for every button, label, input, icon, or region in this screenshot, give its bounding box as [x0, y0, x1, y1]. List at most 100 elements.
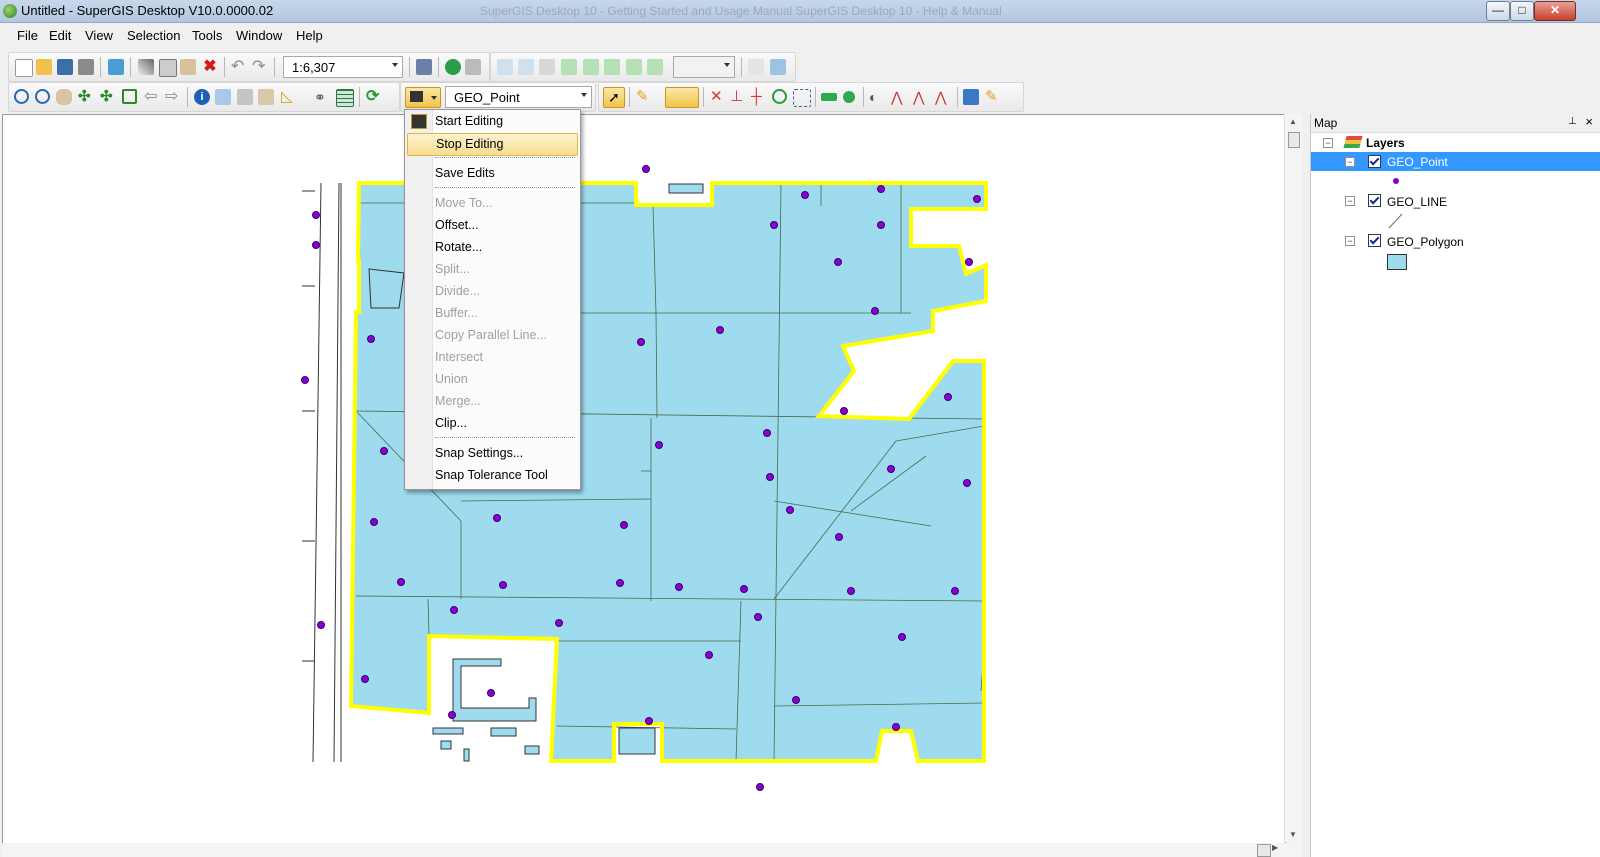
refresh-icon[interactable]: ⟳ — [366, 89, 382, 105]
whats-this-icon[interactable] — [465, 59, 481, 75]
editor-menu-button[interactable] — [405, 87, 441, 108]
zoom-extent-icon[interactable]: ✣ — [100, 89, 116, 105]
menu-tools[interactable]: Tools — [192, 28, 222, 43]
attributes-icon[interactable] — [963, 89, 979, 105]
cut-icon[interactable] — [138, 59, 154, 75]
full-extent-icon[interactable]: ✣ — [78, 89, 94, 105]
collapse-icon[interactable]: − — [1345, 236, 1355, 246]
redo-icon[interactable]: ↷ — [252, 59, 268, 75]
layer-visibility-checkbox[interactable] — [1368, 194, 1381, 207]
python-icon[interactable] — [416, 59, 432, 75]
cut-polygon-icon[interactable]: ✕ — [710, 89, 726, 105]
scroll-thumb[interactable] — [1288, 132, 1300, 148]
forward-extent-icon[interactable]: ⇨ — [165, 89, 181, 105]
new-document-icon[interactable] — [15, 59, 33, 77]
page-setup-icon[interactable] — [748, 59, 764, 75]
collapse-icon[interactable]: − — [1323, 138, 1333, 148]
flip-icon[interactable]: ◐ — [869, 89, 885, 105]
sketch-pencil-icon[interactable]: ✎ — [636, 89, 652, 105]
attribute-table-icon[interactable] — [336, 89, 354, 107]
layout-zoom-out-icon[interactable] — [518, 59, 534, 75]
layout-pan-icon[interactable] — [539, 59, 555, 75]
collapse-icon[interactable]: − — [1345, 157, 1355, 167]
map-tips-icon[interactable] — [237, 89, 253, 105]
scroll-up-icon[interactable]: ▲ — [1289, 117, 1297, 126]
rectangle-tool-icon[interactable] — [821, 93, 837, 101]
menu-clip[interactable]: Clip... — [405, 413, 580, 434]
pan-hand-icon[interactable] — [56, 89, 72, 105]
menu-file[interactable]: File — [17, 28, 38, 43]
close-panel-icon[interactable]: × — [1585, 114, 1593, 129]
map-canvas[interactable] — [3, 115, 1285, 843]
menu-save-edits[interactable]: Save Edits — [405, 163, 580, 184]
vertical-scrollbar[interactable]: ▲ ▼ — [1284, 114, 1302, 842]
paste-icon[interactable] — [180, 59, 196, 75]
identify-icon[interactable]: i — [194, 89, 210, 105]
undo-icon[interactable]: ↶ — [231, 59, 247, 75]
layout-zoom-in-icon[interactable] — [497, 59, 513, 75]
collapse-icon[interactable]: − — [1345, 196, 1355, 206]
find-icon[interactable] — [215, 89, 231, 105]
tree-layer-geo-polygon[interactable]: − GEO_Polygon — [1311, 232, 1600, 250]
save-icon[interactable] — [57, 59, 73, 75]
scroll-right-icon[interactable]: ▶ — [1272, 843, 1278, 852]
zoom-whole-page-icon[interactable] — [561, 59, 577, 75]
smooth-icon[interactable]: ⋀ — [913, 89, 929, 105]
menu-selection[interactable]: Selection — [127, 28, 180, 43]
snap-tool-icon[interactable] — [665, 87, 699, 108]
scroll-down-icon[interactable]: ▼ — [1289, 830, 1297, 839]
circle-tool-icon[interactable] — [843, 91, 855, 103]
layer-visibility-checkbox[interactable] — [1368, 155, 1381, 168]
zoom-in-icon[interactable] — [14, 89, 29, 104]
menu-edit[interactable]: Edit — [49, 28, 71, 43]
minimize-button[interactable]: — — [1486, 1, 1510, 21]
close-button[interactable]: ✕ — [1534, 1, 1576, 21]
target-layer-combo[interactable]: GEO_Point — [445, 86, 592, 108]
horizontal-scrollbar[interactable]: ▶ — [2, 843, 1302, 857]
menu-start-editing[interactable]: Start Editing — [405, 111, 580, 132]
pin-icon[interactable]: ⊥ — [1568, 116, 1577, 127]
print-icon[interactable] — [78, 59, 94, 75]
delete-icon[interactable]: ✖ — [202, 59, 218, 75]
edit-tool-icon[interactable]: ➚ — [603, 87, 625, 108]
hyperlink-icon[interactable] — [258, 89, 274, 105]
map-view[interactable] — [2, 114, 1286, 844]
rotate-icon[interactable] — [772, 89, 787, 104]
layout-back-icon[interactable] — [626, 59, 642, 75]
menu-snap-settings[interactable]: Snap Settings... — [405, 443, 580, 464]
back-extent-icon[interactable]: ⇦ — [144, 89, 160, 105]
help-icon[interactable] — [445, 59, 461, 75]
tree-root-layers[interactable]: − Layers — [1311, 134, 1600, 152]
maximize-button[interactable]: □ — [1510, 1, 1534, 21]
menu-window[interactable]: Window — [236, 28, 282, 43]
link-icon[interactable]: ⚭ — [314, 89, 330, 105]
split-line-icon[interactable]: ⊥ — [730, 89, 746, 105]
zoom-layer-icon[interactable] — [122, 89, 137, 104]
layout-forward-icon[interactable] — [647, 59, 663, 75]
measure-icon[interactable]: ◺ — [281, 89, 297, 105]
menu-help[interactable]: Help — [296, 28, 323, 43]
add-data-icon[interactable] — [108, 59, 124, 75]
tree-layer-geo-line[interactable]: − GEO_LINE — [1311, 192, 1600, 210]
layout-zoom-combo[interactable] — [673, 56, 735, 78]
hscroll-thumb[interactable] — [1257, 844, 1271, 857]
menu-offset[interactable]: Offset... — [405, 215, 580, 236]
reshape-icon[interactable] — [793, 89, 811, 107]
layer-visibility-checkbox[interactable] — [1368, 234, 1381, 247]
open-folder-icon[interactable] — [36, 59, 52, 75]
menu-snap-tolerance-tool[interactable]: Snap Tolerance Tool — [405, 465, 580, 486]
copy-icon[interactable] — [159, 59, 177, 77]
sketch-properties-icon[interactable]: ✎ — [985, 89, 1001, 105]
fixed-zoom-icon[interactable] — [604, 59, 620, 75]
add-vertex-icon[interactable]: ┼ — [751, 89, 767, 105]
change-layout-icon[interactable] — [770, 59, 786, 75]
menu-view[interactable]: View — [85, 28, 113, 43]
zoom-100-icon[interactable] — [583, 59, 599, 75]
zoom-out-icon[interactable] — [35, 89, 50, 104]
generalize-icon[interactable]: ⋀ — [891, 89, 907, 105]
tree-layer-geo-point[interactable]: − GEO_Point — [1311, 152, 1600, 171]
map-scale-combo[interactable]: 1:6,307 — [283, 56, 403, 78]
menu-stop-editing[interactable]: Stop Editing — [407, 133, 578, 156]
densify-icon[interactable]: ⋀ — [935, 89, 951, 105]
menu-rotate[interactable]: Rotate... — [405, 237, 580, 258]
